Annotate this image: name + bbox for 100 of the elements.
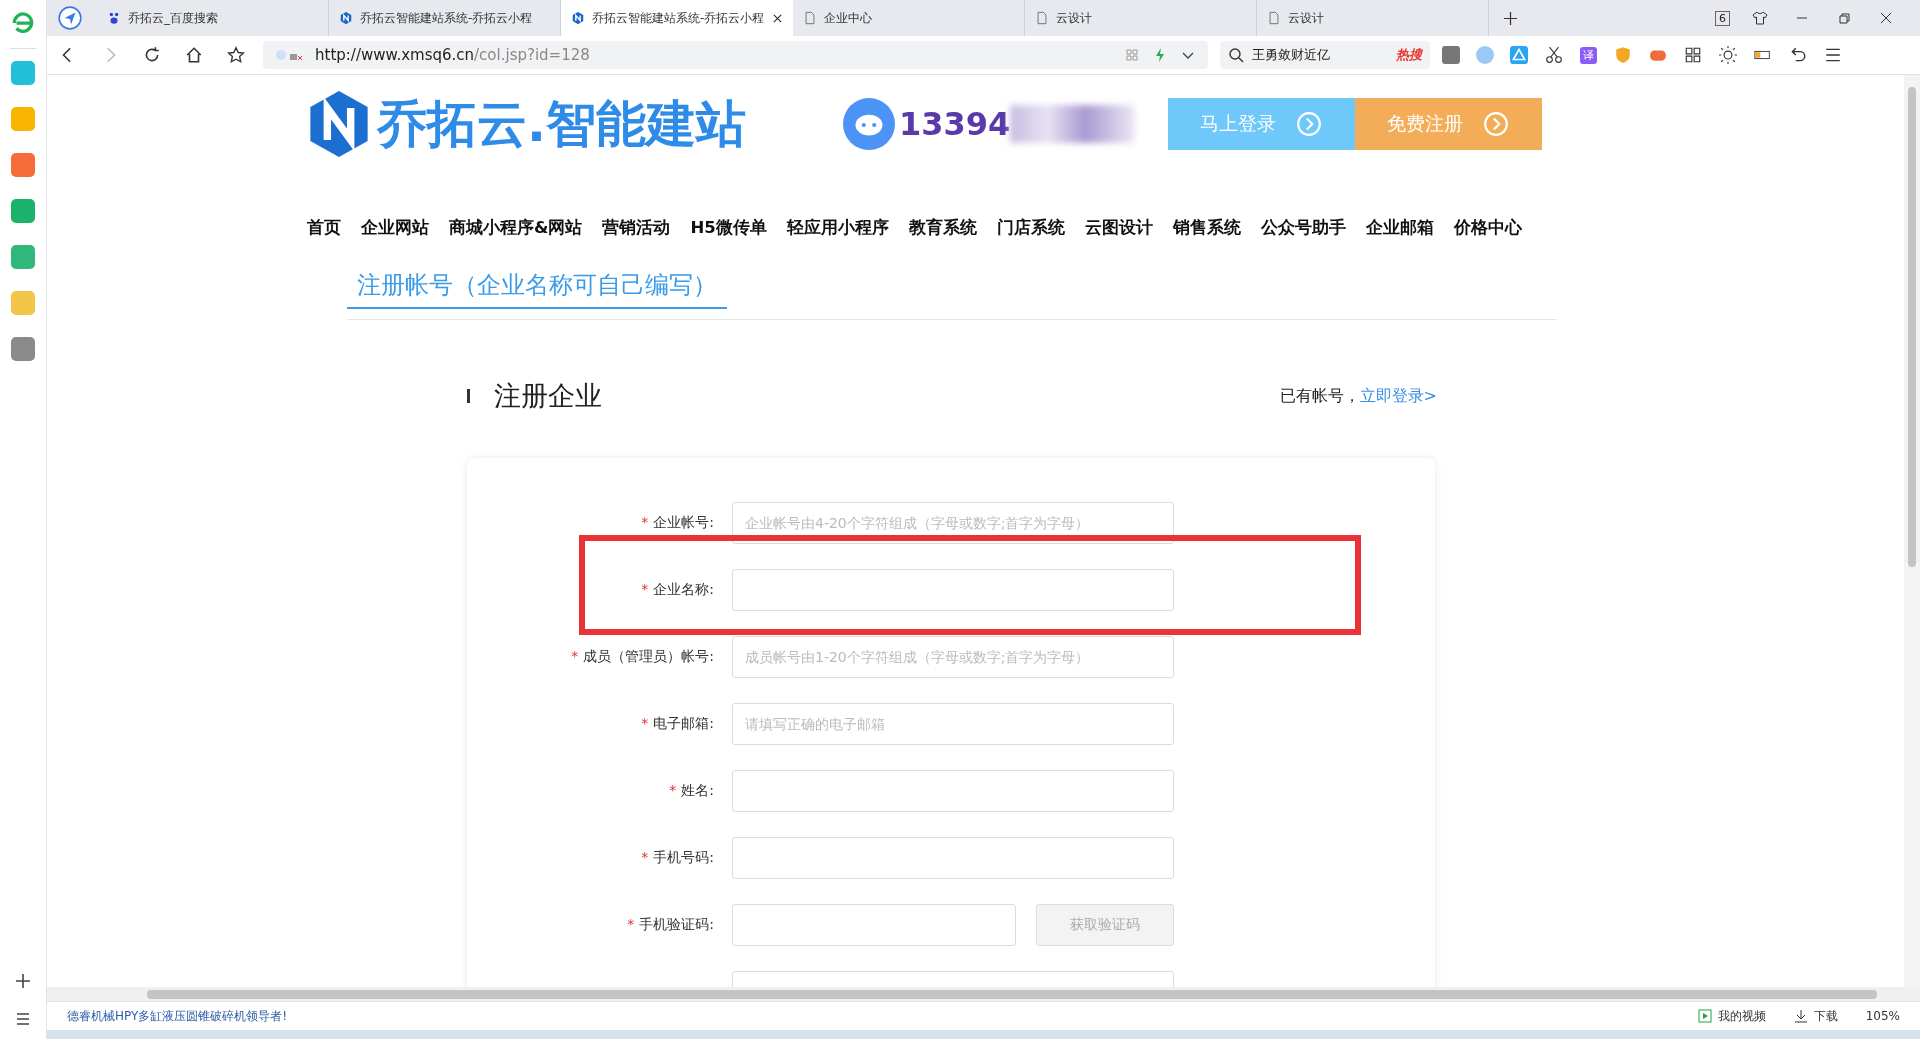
download-icon[interactable] [1793,1009,1808,1023]
nav-link[interactable]: 云图设计 [1084,217,1153,239]
field-label: 手机验证码: [639,916,714,932]
field-label: 成员（管理员）帐号: [583,648,714,664]
required-mark: * [641,514,649,530]
add-icon[interactable] [15,973,31,989]
download-link[interactable]: 下载 [1813,1007,1838,1025]
restore-icon[interactable] [1836,10,1852,26]
nav-link[interactable]: 商城小程序&网站 [449,217,583,239]
brightness-icon[interactable] [1719,46,1737,64]
field-label: 姓名: [681,782,714,798]
scissors-icon[interactable] [1545,46,1563,64]
field-label: 企业帐号: [653,514,714,530]
page-icon [1267,11,1281,25]
tab-count[interactable]: 6 [1715,10,1730,26]
tab-title: 企业中心 [824,9,873,27]
triangle-icon[interactable] [1510,46,1528,64]
close-icon[interactable] [772,12,783,24]
nav-link[interactable]: 企业网站 [361,217,429,239]
sidebar-app-icon[interactable] [11,199,35,223]
tab-title: 云设计 [1288,9,1325,27]
page-icon [1035,11,1049,25]
nav-link[interactable]: 首页 [307,217,341,239]
brand-icon [339,11,353,25]
nav-link[interactable]: H5微传单 [690,217,767,239]
undo-icon[interactable] [1789,46,1807,64]
navigation-icon[interactable] [57,5,83,31]
star-icon[interactable] [227,46,245,64]
tab-title: 乔拓云智能建站系统-乔拓云小程 [360,9,534,27]
close-icon[interactable] [1878,10,1894,26]
translate-button[interactable]: 译 [1580,46,1597,64]
input-field[interactable]: 请填写正确的电子邮箱 [732,703,1174,745]
sidebar-app-icon[interactable] [11,291,35,315]
browser-tab[interactable]: 企业中心 [793,0,1025,36]
search-field[interactable]: 王勇敛财近亿 热搜 [1220,41,1430,69]
login-link[interactable]: 立即登录> [1359,385,1437,407]
browser-tab[interactable]: 云设计 [1257,0,1489,36]
video-link[interactable]: 我的视频 [1717,1007,1766,1025]
paw-icon [107,11,121,25]
search-icon [1228,47,1244,63]
new-tab-icon[interactable] [1503,10,1518,26]
input-field[interactable] [732,569,1174,611]
required-mark: * [641,849,649,865]
input-field[interactable] [732,904,1016,946]
sidebar-app-icon[interactable] [11,107,35,131]
menu-icon[interactable] [1824,46,1842,64]
page-icon [803,11,817,25]
nav-link[interactable]: 教育系统 [908,217,977,239]
sidebar-app-icon[interactable] [11,337,35,361]
phone-number: 13394 [898,105,1011,143]
nav-link[interactable]: 公众号助手 [1260,217,1346,239]
grid-icon[interactable] [1684,46,1702,64]
list-icon[interactable] [15,1011,31,1027]
browser-logo-icon[interactable] [10,10,36,36]
shield-icon[interactable] [1614,46,1632,64]
scrollbar-thumb[interactable] [1908,87,1916,567]
required-mark: * [571,648,579,664]
browser-tab[interactable]: 乔拓云智能建站系统-乔拓云小程 [561,0,793,36]
hot-search-label[interactable]: 热搜 [1396,46,1422,64]
nav-link[interactable]: 门店系统 [996,217,1065,239]
sidebar-app-icon[interactable] [11,61,35,85]
nav-link[interactable]: 价格中心 [1453,217,1522,239]
section-marker [467,389,470,403]
home-icon[interactable] [185,46,203,64]
browser-tab[interactable]: 云设计 [1025,0,1257,36]
field-label: 手机号码: [653,849,714,865]
nav-link[interactable]: 营销活动 [602,217,671,239]
circle-icon[interactable] [1476,46,1494,64]
arrow-circle-icon [1296,111,1323,137]
headset-icon [842,98,895,150]
nav-link[interactable]: 销售系统 [1172,217,1241,239]
scrollbar-thumb[interactable] [147,989,1877,999]
field-label: 企业名称: [653,581,714,597]
field-label: 电子邮箱: [653,715,714,731]
account-prompt: 已有帐号， [1279,385,1360,407]
shirt-icon[interactable] [1752,10,1768,26]
sidebar-app-icon[interactable] [11,153,35,177]
news-ticker[interactable]: 德睿机械HPY多缸液压圆锥破碎机领导者! [67,1007,288,1025]
insecure-lock-icon [275,47,305,63]
input-field[interactable] [732,837,1174,879]
input-field[interactable]: 成员帐号由1-20个字符组成（字母或数字;首字为字母） [732,636,1174,678]
arrow-circle-icon [1483,111,1510,137]
zoom-level[interactable]: 105% [1865,1009,1900,1023]
brand-icon [571,11,585,25]
required-mark: * [627,916,635,932]
required-mark: * [641,715,649,731]
nav-link[interactable]: 轻应用小程序 [786,217,889,239]
nav-link[interactable]: 企业邮箱 [1365,217,1434,239]
reload-icon[interactable] [143,46,161,64]
tab-title: 云设计 [1056,9,1093,27]
browser-tab[interactable]: 乔拓云_百度搜索 [97,0,329,36]
required-mark: * [641,581,649,597]
logo-icon [307,89,371,159]
play-icon[interactable] [1697,1009,1712,1023]
section-title: 注册企业 [494,379,602,413]
tab-title: 乔拓云智能建站系统-乔拓云小程 [592,9,765,27]
address-field[interactable]: http://www.xmsq6.cn/col.jsp?id=128 [263,41,1208,69]
input-field[interactable] [732,770,1174,812]
sidebar-app-icon[interactable] [11,245,35,269]
tab-title: 乔拓云_百度搜索 [128,9,219,27]
